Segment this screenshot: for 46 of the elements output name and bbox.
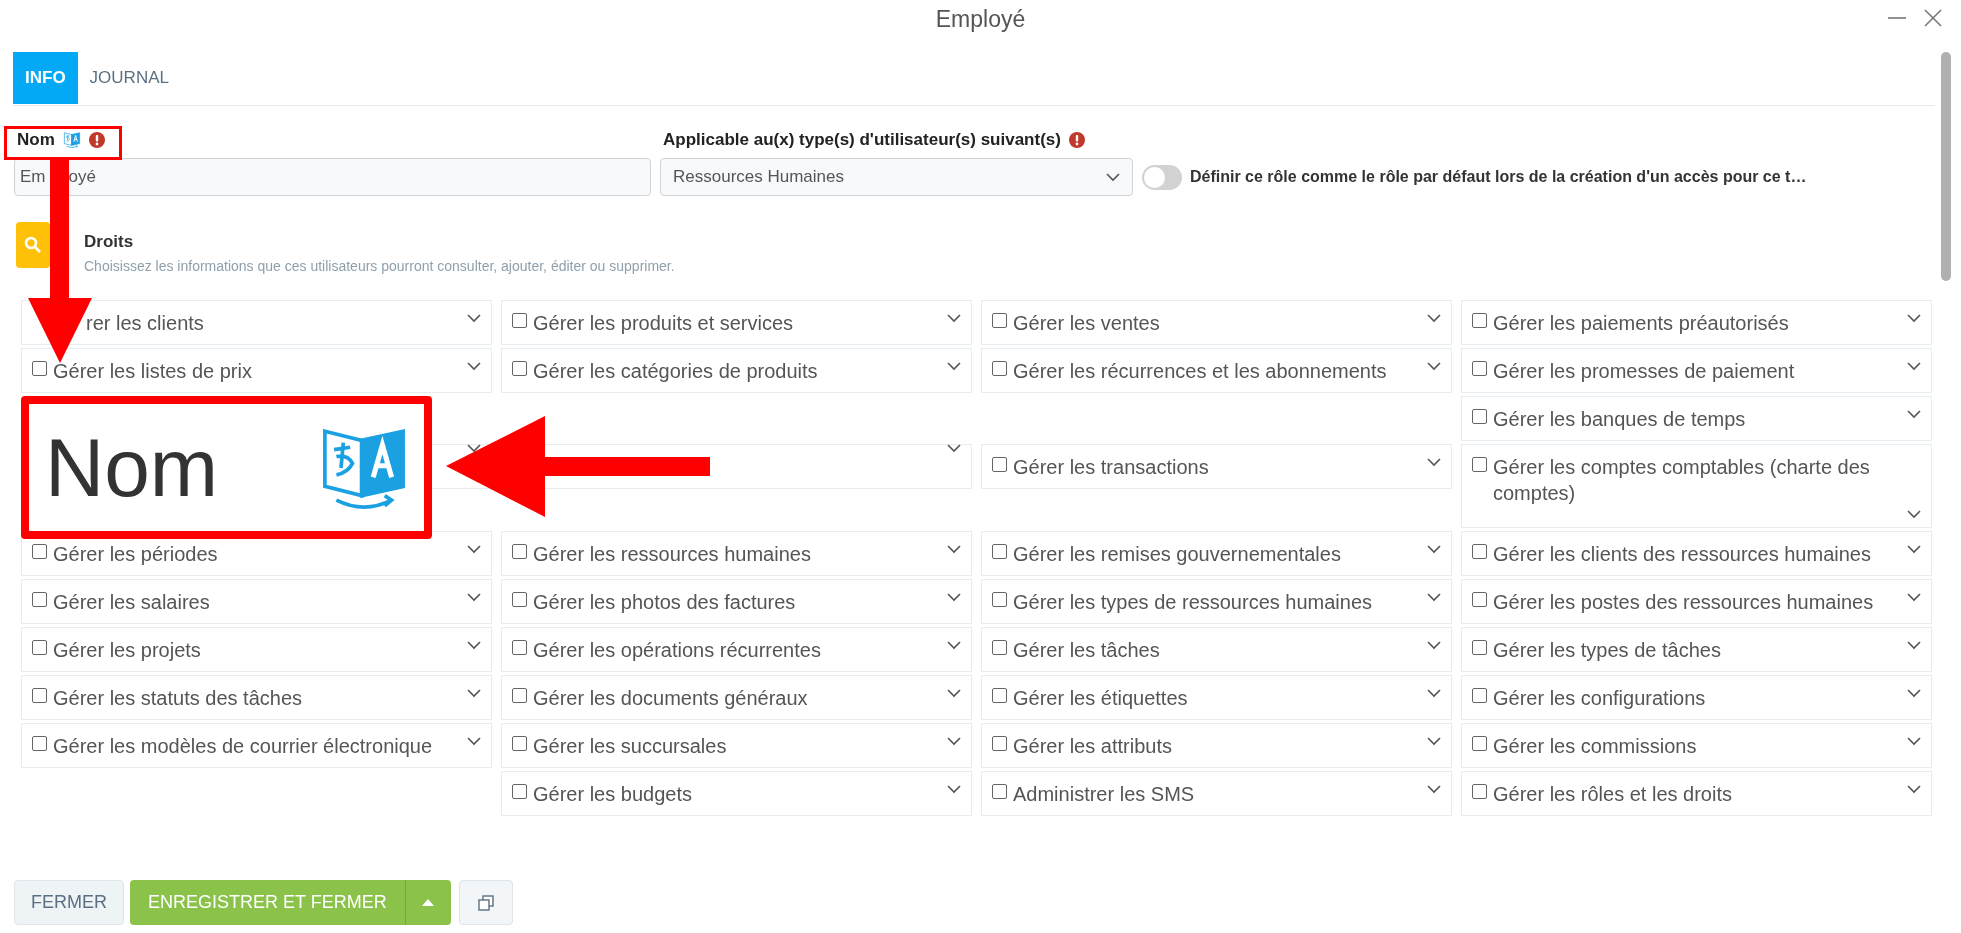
permission-label: Gérer les statuts des tâches (53, 686, 302, 711)
name-field[interactable]: Em oyé (14, 158, 651, 196)
permission-label: Gérer les budgets (533, 782, 692, 807)
permission-label: Gérer les transactions (1013, 455, 1209, 480)
permission-label: Gérer les documents généraux (533, 686, 808, 711)
section-description: Choisissez les informations que ces utilisateurs pourront consulter, ajouter, éditer ou supprimer. (84, 258, 675, 274)
close-button[interactable]: FERMER (14, 880, 124, 925)
toggle-label: Définir ce rôle comme le rôle par défaut lors de la création d'un accès pour ce t… (1190, 168, 1807, 186)
tab[interactable]: JOURNAL (77, 52, 181, 104)
permission-label: Gérer les catégories de produits (533, 359, 818, 384)
permission-label: Gérer les opérations récurrentes (533, 638, 821, 663)
permission-label: Gérer les commissions (1493, 734, 1697, 759)
permission-label: Gérer les tâches (1013, 638, 1160, 663)
permission-label: Gérer les promesses de paiement (1493, 359, 1795, 384)
permission-label: rer les clients (86, 311, 204, 336)
permission-label: Gérer les projets (53, 638, 201, 663)
callout-label: Nom (45, 426, 219, 509)
section-title: Droits (84, 232, 135, 252)
permission-label: Gérer les modèles de courrier électronique (53, 734, 433, 759)
field-label: Applicable au(x) type(s) d'utilisateur(s) suivant(s) (663, 129, 1061, 150)
permission-label: Gérer les salaires (53, 590, 210, 615)
permission-label: Gérer les récurrences et les abonnements (1013, 359, 1387, 384)
permission-label: Gérer les photos des factures (533, 590, 796, 615)
permission-label: Gérer les listes de prix (53, 359, 252, 384)
permission-label: Gérer les périodes (53, 542, 218, 567)
field-label: Nom (17, 129, 55, 150)
permission-label: Gérer les ressources humaines (533, 542, 811, 567)
permission-label: Gérer les produits et services (533, 311, 794, 336)
permission-label: Gérer les configurations (1493, 686, 1706, 711)
user-type-dropdown[interactable]: Ressources Humaines (660, 158, 1133, 196)
permission-label: Gérer les ventes (1013, 311, 1160, 336)
window-title: Employé (935, 6, 1026, 32)
permission-label: Gérer les attributs (1013, 734, 1172, 759)
tab[interactable]: INFO (13, 52, 78, 104)
permission-label: Gérer les rôles et les droits (1493, 782, 1732, 807)
permission-label: Gérer les types de tâches (1493, 638, 1721, 663)
permission-label: Gérer les paiements préautorisés (1493, 311, 1789, 336)
permission-label: Gérer les comptes comptables (charte des comptes) (1493, 455, 1871, 506)
permission-label: Gérer les types de ressources humaines (1013, 590, 1373, 615)
permission-label: Gérer les postes des ressources humaines (1493, 590, 1874, 615)
permission-label: Gérer les remises gouvernementales (1013, 542, 1341, 567)
permission-label: Gérer les banques de temps (1493, 407, 1746, 432)
permission-label: Administrer les SMS (1013, 782, 1195, 807)
permission-label: Gérer les succursales (533, 734, 727, 759)
permission-label: Gérer les étiquettes (1013, 686, 1188, 711)
permission-label: Gérer les clients des ressources humaines (1493, 542, 1871, 567)
